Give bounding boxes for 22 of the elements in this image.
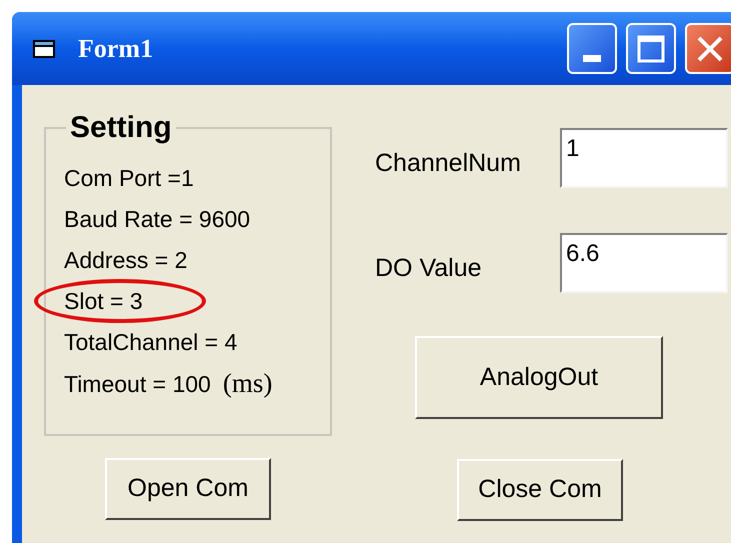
close-button[interactable] (685, 23, 731, 74)
field-label: ChannelNum (375, 148, 522, 180)
group-title: Setting (69, 112, 173, 144)
maximize-icon (637, 34, 665, 62)
input-field[interactable]: 6.6 (560, 233, 728, 293)
unit-text: (ms) (222, 367, 272, 400)
close-com-button[interactable]: Close Com (457, 459, 623, 521)
setting-text: Slot = 3 (64, 287, 143, 316)
input-field[interactable]: 1 (560, 128, 728, 188)
minimize-icon (583, 55, 601, 62)
analog-out-button[interactable]: AnalogOut (415, 336, 663, 419)
setting-text: Address = 2 (64, 246, 188, 275)
setting-text: Baud Rate = 9600 (64, 205, 250, 234)
maximize-button[interactable] (626, 23, 676, 74)
setting-text: Timeout = 100 (64, 370, 211, 399)
setting-text: Com Port =1 (64, 164, 194, 193)
open-com-button[interactable]: Open Com (105, 458, 271, 520)
window-title: Form1 (78, 33, 154, 65)
field-label: DO Value (375, 253, 483, 284)
close-icon (696, 34, 724, 62)
setting-text: TotalChannel = 4 (64, 328, 238, 357)
minimize-button[interactable] (567, 23, 617, 74)
